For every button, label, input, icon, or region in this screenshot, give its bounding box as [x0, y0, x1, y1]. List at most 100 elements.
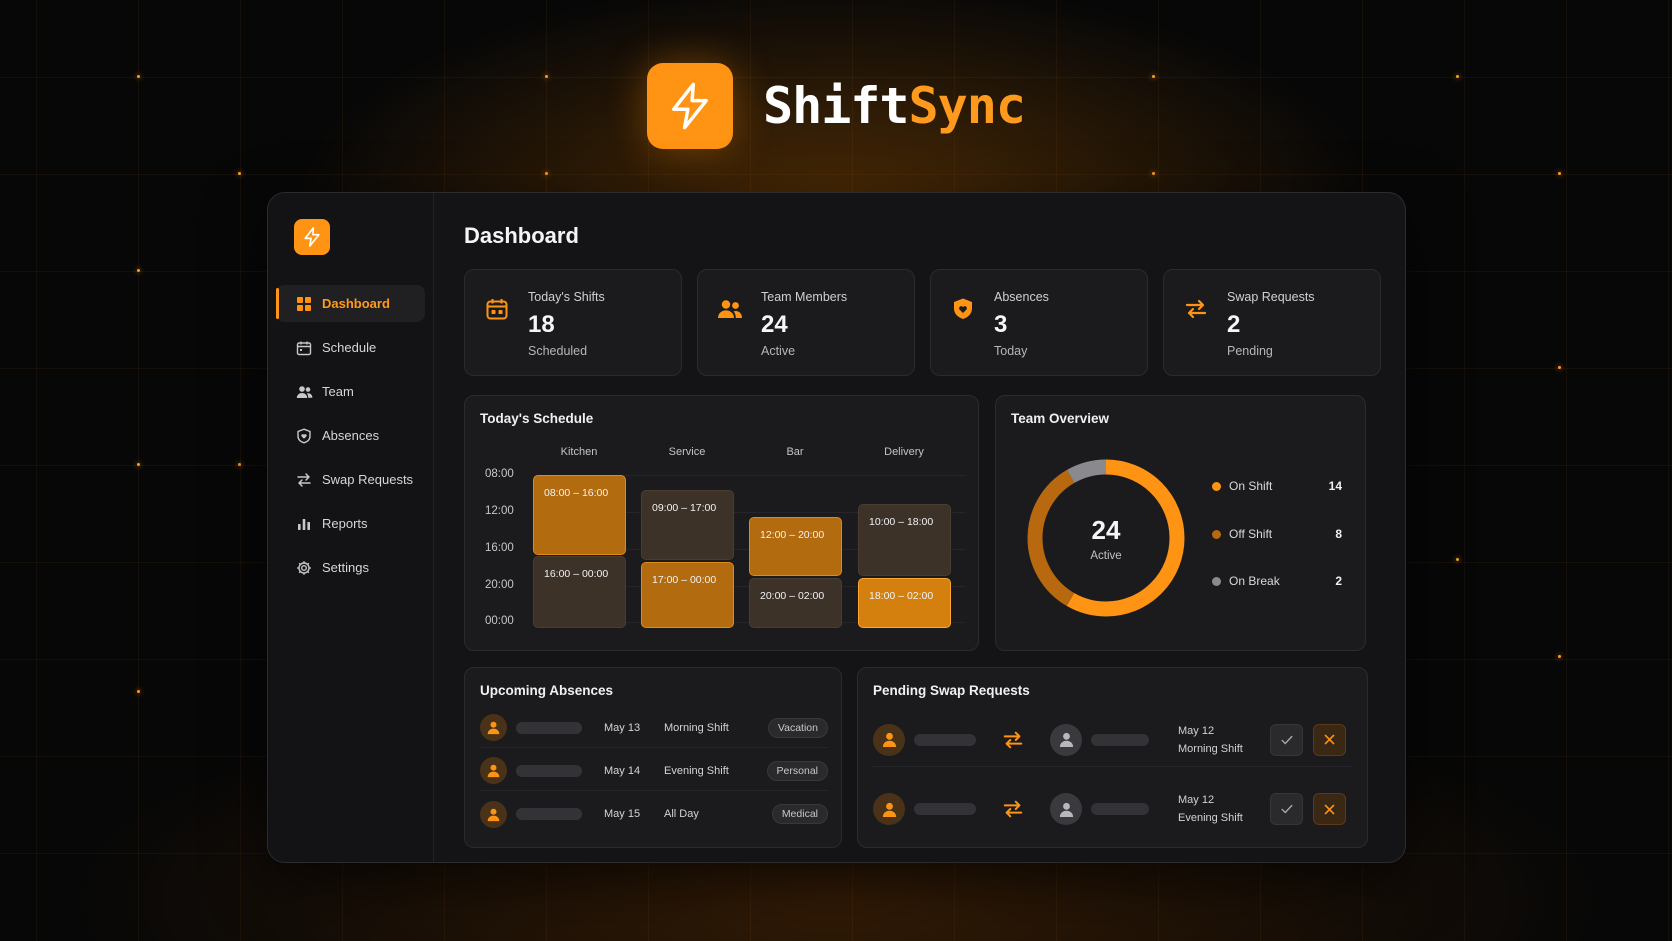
- user-icon: [1059, 802, 1073, 817]
- sidebar-item-label: Schedule: [322, 340, 377, 355]
- absence-date: May 14: [604, 764, 641, 777]
- absence-type-badge: Medical: [771, 804, 828, 824]
- time-label: 00:00: [485, 615, 514, 627]
- swap-request-row: May 12 Morning Shift: [873, 713, 1353, 767]
- swap-shift: Evening Shift: [1178, 812, 1243, 824]
- users-icon: [295, 383, 313, 401]
- shift-block[interactable]: 08:00 – 16:00: [533, 475, 626, 555]
- shift-block[interactable]: 10:00 – 18:00: [858, 504, 951, 576]
- stat-card-swap-requests[interactable]: Swap Requests 2 Pending: [1163, 269, 1381, 376]
- sidebar-item-label: Swap Requests: [322, 472, 414, 487]
- glow-dot: [1456, 558, 1459, 561]
- absence-shift: All Day: [664, 808, 699, 820]
- shift-block[interactable]: 16:00 – 00:00: [533, 556, 626, 628]
- sidebar-item-schedule[interactable]: Schedule: [276, 329, 425, 366]
- legend-on-break: On Break 2: [1212, 572, 1342, 590]
- swap-arrows-icon: [1002, 798, 1024, 820]
- absence-shift: Morning Shift: [664, 721, 729, 734]
- swap-request-row: May 12 Evening Shift: [873, 782, 1353, 836]
- user-icon: [882, 732, 896, 747]
- sidebar-item-label: Absences: [322, 428, 380, 443]
- reject-button[interactable]: [1313, 793, 1346, 825]
- panel-title: Pending Swap Requests: [873, 683, 1030, 698]
- shift-block[interactable]: 12:00 – 20:00: [749, 517, 842, 576]
- stats-row: Today's Shifts 18 Scheduled Team Members…: [464, 269, 1381, 376]
- app-logo[interactable]: [294, 219, 330, 255]
- legend-on-shift: On Shift 14: [1212, 477, 1342, 495]
- shift-block[interactable]: 18:00 – 02:00: [858, 578, 951, 628]
- name-placeholder: [914, 803, 976, 815]
- sidebar-item-team[interactable]: Team: [276, 373, 425, 410]
- stat-card-absences[interactable]: Absences 3 Today: [930, 269, 1148, 376]
- legend-off-shift: Off Shift 8: [1212, 525, 1342, 543]
- legend-count: 8: [1335, 527, 1342, 541]
- user-icon: [487, 764, 500, 778]
- absence-row[interactable]: May 13 Morning Shift Vacation: [480, 708, 828, 748]
- time-label: 12:00: [485, 505, 514, 517]
- approve-button[interactable]: [1270, 723, 1303, 756]
- donut-center-label: Active: [1090, 549, 1122, 562]
- brand-name: ShiftSync: [763, 77, 1026, 135]
- sidebar-item-label: Settings: [322, 560, 369, 575]
- team-donut-chart: 24 Active: [1023, 455, 1189, 621]
- pending-swap-requests-panel: Pending Swap Requests May 12 Morning Shi…: [857, 667, 1368, 848]
- stat-card-team-members[interactable]: Team Members 24 Active: [697, 269, 915, 376]
- swap-meta: May 12 Evening Shift: [1178, 791, 1270, 827]
- time-label: 08:00: [485, 468, 514, 480]
- avatar: [873, 723, 905, 756]
- stat-card-todays-shifts[interactable]: Today's Shifts 18 Scheduled: [464, 269, 682, 376]
- page-title: Dashboard: [464, 223, 579, 248]
- users-icon: [717, 296, 743, 322]
- stat-label: Absences: [994, 290, 1049, 304]
- sidebar-item-settings[interactable]: Settings: [276, 549, 425, 586]
- panel-title: Today's Schedule: [480, 411, 594, 426]
- avatar: [480, 800, 507, 828]
- reject-button[interactable]: [1313, 723, 1346, 756]
- brand-logo: [647, 63, 733, 149]
- sidebar-item-reports[interactable]: Reports: [276, 505, 425, 542]
- main-content: Dashboard Today's Shifts 18 Scheduled Te…: [434, 193, 1405, 862]
- shift-block[interactable]: 20:00 – 02:00: [749, 578, 842, 628]
- sidebar-item-dashboard[interactable]: Dashboard: [276, 285, 425, 322]
- stat-label: Today's Shifts: [528, 290, 605, 304]
- swap-arrows-icon: [1002, 729, 1024, 751]
- shift-block[interactable]: 17:00 – 00:00: [641, 562, 734, 628]
- check-icon: [1280, 735, 1293, 745]
- glow-dot: [1456, 75, 1459, 78]
- absence-row[interactable]: May 15 All Day Medical: [480, 794, 828, 834]
- approve-button[interactable]: [1270, 793, 1303, 825]
- absence-row[interactable]: May 14 Evening Shift Personal: [480, 751, 828, 791]
- stat-sub: Pending: [1227, 344, 1273, 358]
- app-window: Dashboard Schedule Team Absences Swap Re…: [267, 192, 1406, 863]
- legend-dot: [1212, 481, 1221, 491]
- user-icon: [487, 808, 500, 821]
- glow-dot: [137, 75, 140, 78]
- time-label: 20:00: [485, 579, 514, 591]
- glow-dot: [1558, 172, 1561, 175]
- panel-title: Upcoming Absences: [480, 683, 614, 698]
- legend-count: 14: [1328, 479, 1342, 493]
- name-placeholder: [516, 721, 582, 734]
- sidebar-item-absences[interactable]: Absences: [276, 417, 425, 454]
- absence-date: May 13: [604, 721, 641, 734]
- user-icon: [882, 802, 896, 817]
- sidebar-item-label: Dashboard: [322, 296, 390, 311]
- lightning-bolt-icon: [304, 227, 320, 247]
- shift-block[interactable]: 09:00 – 17:00: [641, 490, 734, 560]
- name-placeholder: [914, 733, 976, 746]
- swap-date: May 12: [1178, 794, 1215, 806]
- stat-sub: Active: [761, 344, 796, 358]
- absence-shift: Evening Shift: [664, 764, 729, 777]
- swap-date: May 12: [1178, 724, 1215, 737]
- sidebar-item-swap-requests[interactable]: Swap Requests: [276, 461, 425, 498]
- legend-label: On Break: [1229, 574, 1280, 588]
- sidebar-nav: Dashboard Schedule Team Absences Swap Re…: [276, 285, 425, 586]
- glow-dot: [1558, 366, 1561, 369]
- name-placeholder: [516, 808, 582, 820]
- sidebar: Dashboard Schedule Team Absences Swap Re…: [268, 193, 434, 862]
- avatar: [1050, 723, 1082, 756]
- shield-heart-icon: [950, 296, 976, 322]
- brand-header: ShiftSync: [647, 63, 1026, 149]
- name-placeholder: [1091, 803, 1149, 815]
- swap-arrows-icon: [1183, 296, 1209, 322]
